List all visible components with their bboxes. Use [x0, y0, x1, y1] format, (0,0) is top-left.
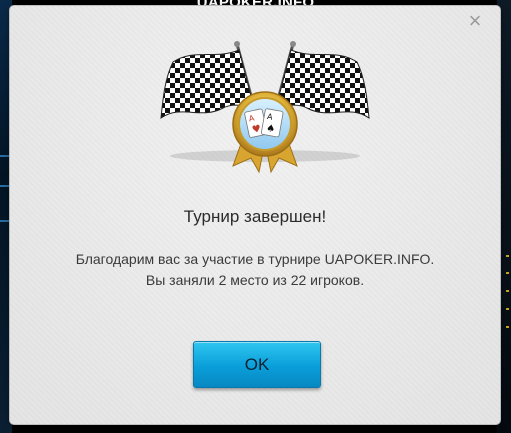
background-tick — [506, 272, 509, 274]
message-line-place: Вы заняли 2 место из 22 игроков. — [145, 272, 365, 288]
svg-text:♠: ♠ — [265, 123, 276, 135]
dialog-title: Турнир завершен! — [183, 207, 327, 226]
background-tick — [506, 308, 509, 310]
background-tick — [506, 255, 509, 257]
message-line-thanks: Благодарим вас за участие в турнире UAPO… — [75, 251, 435, 267]
checkered-flags-cards-medal-icon: A ♥ A ♠ — [160, 41, 370, 174]
close-icon[interactable]: × — [464, 10, 486, 32]
tournament-finished-dialog: × A ♥ A ♠ Турнир завершен! Благодарим ва… — [10, 6, 500, 424]
background-tick — [506, 290, 509, 292]
dialog-message: Благодарим вас за участие в турнире UAPO… — [10, 249, 500, 291]
ok-button[interactable]: OK — [193, 341, 321, 388]
background-tick — [506, 326, 509, 328]
